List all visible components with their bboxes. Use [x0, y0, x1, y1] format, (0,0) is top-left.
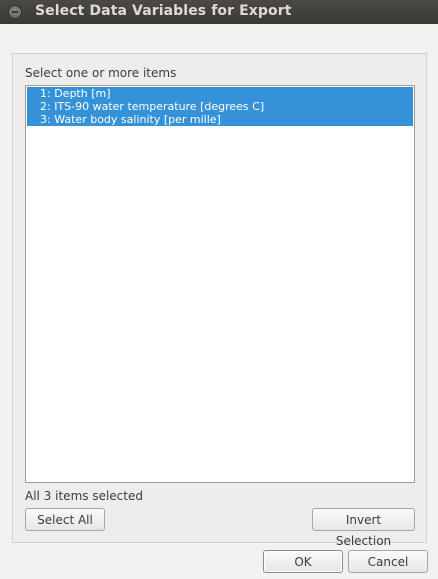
ok-button[interactable]: OK: [263, 550, 343, 573]
invert-selection-button[interactable]: Invert Selection: [312, 508, 415, 548]
variable-list[interactable]: 1: Depth [m] 2: ITS-90 water temperature…: [25, 85, 415, 483]
selection-status: All 3 items selected: [25, 489, 143, 503]
instruction-label: Select one or more items: [25, 66, 177, 80]
title-bar: Select Data Variables for Export: [0, 0, 438, 24]
close-icon[interactable]: [8, 5, 22, 19]
list-item[interactable]: 2: ITS-90 water temperature [degrees C]: [27, 100, 413, 113]
window-title: Select Data Variables for Export: [35, 3, 292, 19]
list-item[interactable]: 3: Water body salinity [per mille]: [27, 113, 413, 126]
list-item[interactable]: 1: Depth [m]: [27, 87, 413, 100]
cancel-button[interactable]: Cancel: [348, 550, 428, 573]
select-all-button[interactable]: Select All: [25, 508, 105, 531]
